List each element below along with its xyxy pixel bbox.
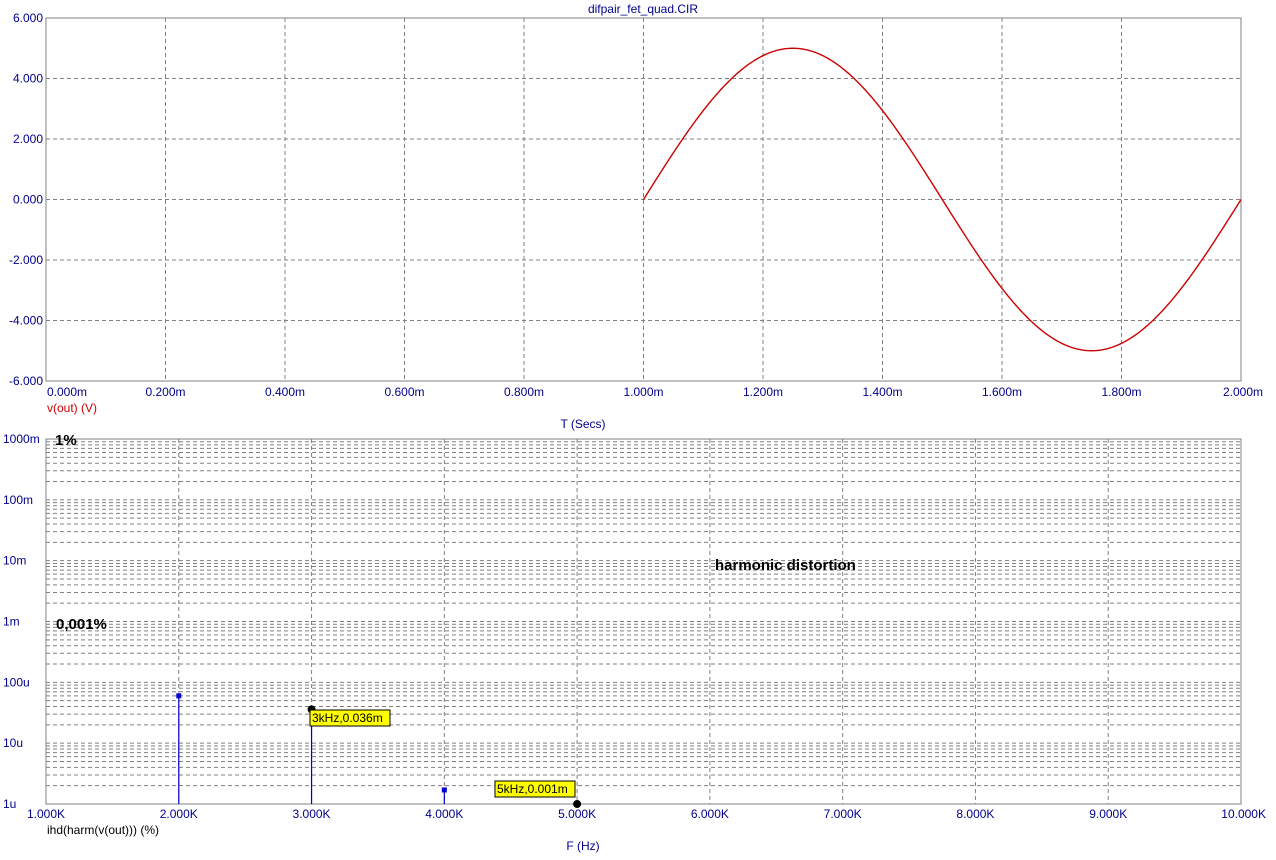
- cursor-dot: [573, 800, 582, 808]
- tag-5khz: 5kHz,0.001m: [494, 780, 576, 798]
- plot-canvas: difpair_fet_quad.CIR 6.000 4.000 2.000 0.00…: [3, 2, 1266, 853]
- transient-x-tick-label: 2.000m: [1223, 385, 1263, 399]
- transient-x-axis-label: T (Secs): [560, 417, 605, 431]
- point-001-percent-annotation: 0,001%: [56, 616, 107, 633]
- harmonic-x-tick-label: 1.000K: [27, 807, 65, 821]
- harmonic-series-label: ihd(harm(v(out))) (%): [47, 823, 159, 837]
- harmonic-y-tick-label: 1000m: [3, 432, 40, 446]
- tag-3khz-text: 3kHz,0.036m: [312, 711, 383, 725]
- transient-y-tick-labels: 6.000 4.000 2.000 0.000 -2.000 -4.000 -6.000: [9, 11, 43, 388]
- transient-y-tick-label: -6.000: [9, 374, 43, 388]
- transient-x-tick-label: 1.400m: [862, 385, 902, 399]
- harmonic-y-tick-label: 100u: [3, 675, 30, 689]
- transient-y-tick-label: 0.000: [13, 193, 43, 207]
- harmonic-x-tick-label: 7.000K: [824, 807, 862, 821]
- harmonic-x-tick-label: 5.000K: [558, 807, 596, 821]
- harmonic-x-tick-label: 3.000K: [293, 807, 331, 821]
- harmonic-y-tick-label: 10m: [3, 554, 26, 568]
- transient-x-tick-labels: 0.000m 0.200m 0.400m 0.600m 0.800m 1.000m 1.20…: [47, 385, 1263, 399]
- transient-y-tick-label: -4.000: [9, 314, 43, 328]
- transient-y-tick-label: 6.000: [13, 11, 43, 25]
- harmonic-x-tick-label: 9.000K: [1089, 807, 1127, 821]
- transient-chart: 6.000 4.000 2.000 0.000 -2.000 -4.000 -6.000 0…: [9, 11, 1263, 431]
- harmonic-chart: 1000m 100m 10m 1m 100u 10u 1u 1.000K 2.000K 3.00…: [3, 432, 1266, 853]
- transient-x-tick-label: 0.400m: [265, 385, 305, 399]
- transient-x-tick-label: 1.600m: [982, 385, 1022, 399]
- harmonic-y-tick-label: 100m: [3, 493, 33, 507]
- transient-x-tick-label: 1.200m: [743, 385, 783, 399]
- harmonic-x-tick-label: 4.000K: [425, 807, 463, 821]
- harmonic-x-tick-label: 8.000K: [956, 807, 994, 821]
- plot-title: difpair_fet_quad.CIR: [588, 2, 698, 16]
- harmonic-y-tick-label: 1m: [3, 615, 20, 629]
- harmonic-x-tick-labels: 1.000K 2.000K 3.000K 4.000K 5.000K 6.000K 7.00…: [27, 807, 1266, 821]
- vout-series-label: v(out) (V): [47, 401, 97, 415]
- harmonic-bar-marker: [441, 787, 447, 793]
- harmonic-distortion-annotation: harmonic distortion: [715, 557, 856, 574]
- harmonic-x-tick-label: 6.000K: [691, 807, 729, 821]
- harmonic-bar-marker: [176, 693, 182, 699]
- transient-x-tick-label: 0.200m: [145, 385, 185, 399]
- one-percent-annotation: 1%: [55, 432, 77, 449]
- tag-3khz: 3kHz,0.036m: [309, 709, 391, 727]
- harmonic-x-tick-label: 2.000K: [160, 807, 198, 821]
- harmonic-x-axis-label: F (Hz): [566, 839, 599, 853]
- transient-x-tick-label: 1.000m: [623, 385, 663, 399]
- transient-y-tick-label: 4.000: [13, 72, 43, 86]
- transient-y-tick-label: 2.000: [13, 132, 43, 146]
- transient-x-tick-label: 1.800m: [1101, 385, 1141, 399]
- transient-x-tick-label: 0.600m: [384, 385, 424, 399]
- transient-y-tick-label: -2.000: [9, 253, 43, 267]
- harmonic-y-tick-label: 1u: [3, 797, 16, 811]
- harmonic-y-tick-labels: 1000m 100m 10m 1m 100u 10u 1u: [3, 432, 40, 811]
- harmonic-y-tick-label: 10u: [3, 736, 23, 750]
- harmonic-x-tick-label: 10.000K: [1221, 807, 1266, 821]
- transient-x-tick-label: 0.000m: [47, 385, 87, 399]
- harmonic-gridlines: [46, 439, 1241, 804]
- tag-5khz-text: 5kHz,0.001m: [497, 782, 568, 796]
- transient-x-tick-label: 0.800m: [504, 385, 544, 399]
